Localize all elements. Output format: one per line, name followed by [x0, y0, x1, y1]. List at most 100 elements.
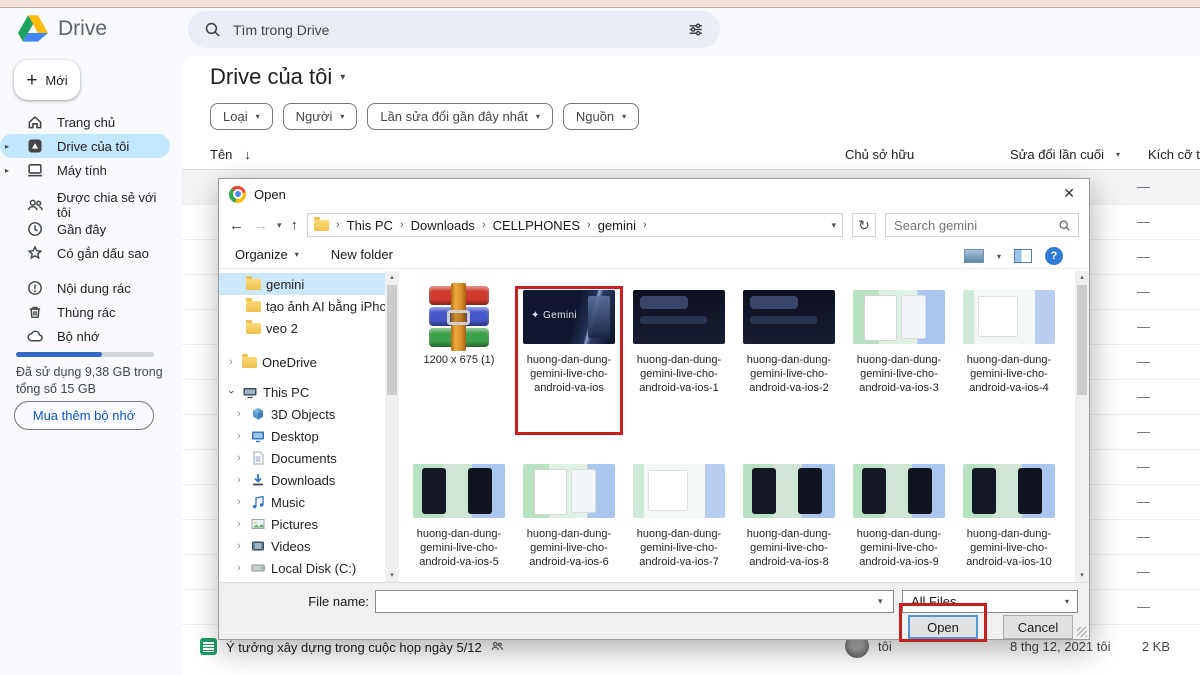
file-name-input[interactable] — [375, 590, 894, 613]
tree-scrollbar[interactable]: ▴ ▾ — [385, 271, 399, 582]
tree-item-downloads[interactable]: ›Downloads — [219, 469, 385, 491]
tree-item-onedrive[interactable]: ›OneDrive — [219, 351, 385, 373]
breadcrumb-item[interactable]: CELLPHONES — [493, 218, 580, 233]
forward-icon[interactable]: → — [253, 217, 268, 234]
storage-progress-fill — [16, 352, 102, 357]
spam-icon — [26, 279, 44, 297]
filter-chip-3[interactable]: Nguồn▾ — [563, 103, 639, 130]
file-name-caret-icon[interactable]: ▾ — [878, 596, 883, 607]
preview-pane-icon[interactable] — [1014, 249, 1032, 263]
filter-chip-1[interactable]: Người▾ — [283, 103, 358, 130]
buy-storage-button[interactable]: Mua thêm bộ nhớ — [14, 401, 154, 430]
sidebar-item-trash[interactable]: Thùng rác — [0, 300, 170, 324]
file-item-4[interactable]: huong-dan-dung-gemini-live-cho-android-v… — [847, 285, 951, 443]
cancel-button[interactable]: Cancel — [1003, 615, 1073, 639]
tree-item-veo-2[interactable]: veo 2 — [219, 317, 385, 339]
breadcrumb[interactable]: ›This PC›Downloads›CELLPHONES›gemini›▾ — [307, 213, 843, 237]
column-header-name[interactable]: Tên ↓ — [210, 147, 251, 162]
up-icon[interactable]: ↑ — [291, 217, 299, 234]
file-item-6[interactable]: huong-dan-dung-gemini-live-cho-android-v… — [407, 459, 511, 582]
help-icon[interactable]: ? — [1045, 247, 1063, 265]
chevron-collapsed-icon[interactable]: › — [233, 474, 245, 486]
tree-item-music[interactable]: ›Music — [219, 491, 385, 513]
expand-arrow-icon[interactable]: ▸ — [5, 166, 9, 175]
resize-grip[interactable] — [1077, 627, 1087, 637]
file-name-label: huong-dan-dung-gemini-live-cho-android-v… — [737, 353, 841, 395]
filter-chip-0[interactable]: Loại▾ — [210, 103, 273, 130]
scrollbar-thumb[interactable] — [1077, 285, 1087, 395]
new-folder-button[interactable]: New folder — [331, 247, 393, 262]
tree-item-3d-objects[interactable]: ›3D Objects — [219, 403, 385, 425]
sidebar-item-recent[interactable]: Gần đây — [0, 217, 170, 241]
sidebar-item-home[interactable]: Trang chủ — [0, 110, 170, 134]
thumbnail-view-icon[interactable] — [964, 249, 984, 263]
file-item-7[interactable]: huong-dan-dung-gemini-live-cho-android-v… — [517, 459, 621, 582]
advanced-search-tune-icon[interactable] — [687, 21, 704, 38]
tree-item-desktop[interactable]: ›Desktop — [219, 425, 385, 447]
sidebar-item-spam[interactable]: Nội dung rác — [0, 276, 170, 300]
file-item-2[interactable]: huong-dan-dung-gemini-live-cho-android-v… — [627, 285, 731, 443]
chevron-collapsed-icon[interactable]: › — [233, 496, 245, 508]
column-header-size[interactable]: Kích cỡ tệp — [1148, 147, 1200, 162]
sort-descending-icon[interactable]: ↓ — [244, 147, 251, 162]
tree-item-local-disk-c[interactable]: ›Local Disk (C:) — [219, 557, 385, 579]
column-header-owner[interactable]: Chủ sở hữu — [845, 147, 914, 162]
breadcrumb-item[interactable]: Downloads — [411, 218, 475, 233]
dialog-titlebar[interactable]: Open ✕ — [219, 179, 1089, 209]
tree-item-gemini[interactable]: gemini — [219, 273, 385, 295]
file-item-3[interactable]: huong-dan-dung-gemini-live-cho-android-v… — [737, 285, 841, 443]
close-icon[interactable]: ✕ — [1063, 185, 1075, 202]
chevron-collapsed-icon[interactable]: › — [233, 562, 245, 574]
dialog-search-input[interactable] — [894, 218, 1052, 233]
scroll-up-icon[interactable]: ▴ — [385, 271, 399, 284]
address-caret-icon[interactable]: ▾ — [832, 220, 837, 231]
new-button[interactable]: + Mới — [14, 60, 80, 100]
sidebar-item-computers[interactable]: ▸Máy tính — [0, 158, 170, 182]
file-item-11[interactable]: huong-dan-dung-gemini-live-cho-android-v… — [957, 459, 1061, 582]
open-button[interactable]: Open — [908, 615, 978, 639]
files-scrollbar[interactable]: ▴ ▾ — [1075, 271, 1089, 582]
chevron-collapsed-icon[interactable]: › — [233, 430, 245, 442]
chevron-expanded-icon[interactable]: › — [225, 386, 237, 398]
view-options-caret-icon[interactable]: ▾ — [997, 252, 1001, 261]
file-type-select[interactable]: All Files ▾ — [902, 590, 1078, 613]
sidebar-item-shared[interactable]: Được chia sẻ với tôi — [0, 193, 170, 217]
file-item-1[interactable]: ✦ Geminihuong-dan-dung-gemini-live-cho-a… — [517, 285, 621, 443]
tree-item-tao-anh-ai-bang-iphone[interactable]: tạo ảnh AI bằng iPhone — [219, 295, 385, 317]
column-header-modified[interactable]: Sửa đổi lần cuối ▾ — [1010, 147, 1120, 162]
file-item-10[interactable]: huong-dan-dung-gemini-live-cho-android-v… — [847, 459, 951, 582]
sidebar-item-starred[interactable]: Có gắn dấu sao — [0, 241, 170, 265]
file-name-label: huong-dan-dung-gemini-live-cho-android-v… — [627, 527, 731, 569]
tree-item-this-pc[interactable]: ›This PC — [219, 381, 385, 403]
dialog-search-box[interactable] — [885, 213, 1079, 237]
drive-search-bar[interactable]: Tìm trong Drive — [188, 11, 720, 48]
tree-item-pictures[interactable]: ›Pictures — [219, 513, 385, 535]
breadcrumb-item[interactable]: This PC — [347, 218, 393, 233]
file-item-5[interactable]: huong-dan-dung-gemini-live-cho-android-v… — [957, 285, 1061, 443]
back-icon[interactable]: ← — [229, 217, 244, 234]
sidebar-item-label: Được chia sẻ với tôi — [57, 190, 170, 220]
file-item-0[interactable]: 1200 x 675 (1) — [407, 285, 511, 443]
scroll-down-icon[interactable]: ▾ — [1075, 569, 1089, 582]
chevron-collapsed-icon[interactable]: › — [233, 540, 245, 552]
file-item-9[interactable]: huong-dan-dung-gemini-live-cho-android-v… — [737, 459, 841, 582]
breadcrumb-item[interactable]: gemini — [598, 218, 636, 233]
scroll-down-icon[interactable]: ▾ — [385, 569, 399, 582]
tree-item-videos[interactable]: ›Videos — [219, 535, 385, 557]
sidebar-item-storage[interactable]: Bộ nhớ — [0, 324, 170, 348]
filter-chip-2[interactable]: Lần sửa đổi gần đây nhất▾ — [367, 103, 553, 130]
file-item-8[interactable]: huong-dan-dung-gemini-live-cho-android-v… — [627, 459, 731, 582]
scrollbar-thumb[interactable] — [387, 285, 397, 395]
chevron-collapsed-icon[interactable]: › — [233, 452, 245, 464]
chevron-collapsed-icon[interactable]: › — [225, 356, 237, 368]
scroll-up-icon[interactable]: ▴ — [1075, 271, 1089, 284]
sidebar-item-my-drive[interactable]: ▸Drive của tôi — [0, 134, 170, 158]
chevron-collapsed-icon[interactable]: › — [233, 408, 245, 420]
organize-button[interactable]: Organize ▾ — [235, 247, 299, 262]
chevron-collapsed-icon[interactable]: › — [233, 518, 245, 530]
tree-item-documents[interactable]: ›Documents — [219, 447, 385, 469]
page-title[interactable]: Drive của tôi ▾ — [210, 64, 345, 90]
expand-arrow-icon[interactable]: ▸ — [5, 142, 9, 151]
refresh-icon[interactable]: ↻ — [852, 213, 876, 237]
recent-locations-caret-icon[interactable]: ▾ — [277, 220, 282, 231]
